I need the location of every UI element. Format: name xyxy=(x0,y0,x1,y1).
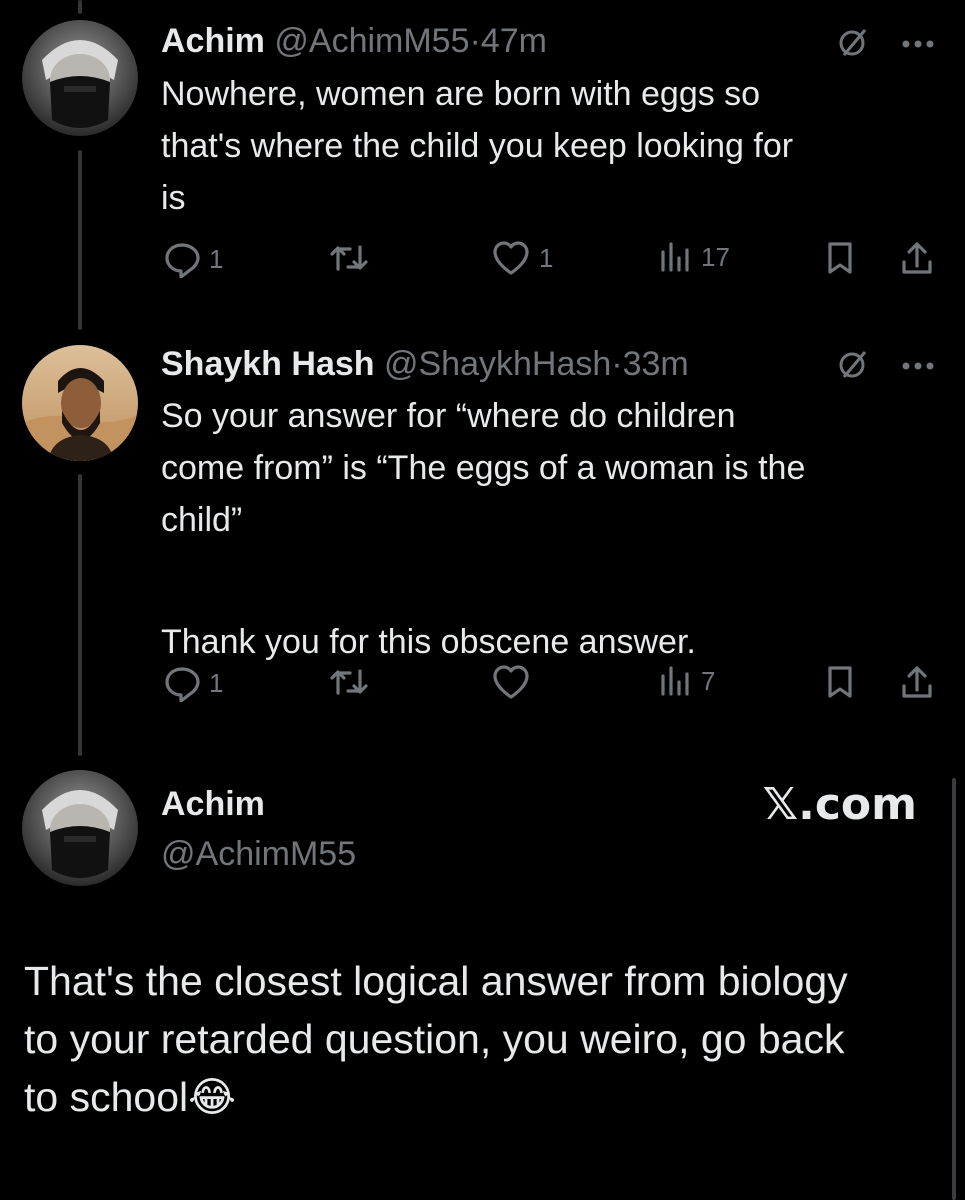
share-icon xyxy=(899,240,935,278)
tweet-text-line: come from” is “The eggs of a woman is th… xyxy=(161,449,806,487)
views-count: 7 xyxy=(701,665,716,696)
avatar[interactable] xyxy=(22,770,138,886)
thread-line-top xyxy=(78,0,82,14)
grok-icon[interactable] xyxy=(835,24,871,65)
timestamp[interactable]: 33m xyxy=(623,345,689,383)
views-icon xyxy=(659,664,693,698)
views-icon xyxy=(659,240,693,274)
reply-button[interactable]: 1 xyxy=(163,240,223,278)
grok-icon[interactable] xyxy=(835,346,871,387)
tweet-header: Shaykh Hash @ShaykhHash·33m xyxy=(161,344,689,384)
avatar[interactable] xyxy=(22,20,138,136)
bookmark-icon xyxy=(825,240,855,276)
views-button[interactable]: 17 xyxy=(659,240,730,274)
heart-icon xyxy=(491,240,531,276)
reply-text: That's the closest logical answer from b… xyxy=(24,952,944,1126)
retweet-button[interactable] xyxy=(329,664,377,700)
reply-text-line: to school😂 xyxy=(24,1074,237,1120)
views-count: 17 xyxy=(701,241,730,272)
share-button[interactable] xyxy=(899,240,935,278)
more-icon[interactable] xyxy=(901,36,935,54)
like-button[interactable]: 1 xyxy=(491,240,553,276)
views-button[interactable]: 7 xyxy=(659,664,715,698)
scrollbar[interactable] xyxy=(952,778,956,1200)
separator: · xyxy=(611,345,623,383)
quote-handle-row: @AchimM55 xyxy=(161,834,356,874)
bookmark-button[interactable] xyxy=(825,240,855,276)
tweet-header: Achim @AchimM55·47m xyxy=(161,21,547,61)
tweet-text-line: that's where the child you keep looking … xyxy=(161,127,794,165)
avatar[interactable] xyxy=(22,345,138,461)
tweet-text-line: Thank you for this obscene answer. xyxy=(161,623,696,661)
tweet-actions: 1 7 xyxy=(161,664,941,708)
display-name[interactable]: Achim xyxy=(161,785,265,823)
share-icon xyxy=(899,664,935,702)
tweet-text-line: Nowhere, women are born with eggs so xyxy=(161,75,761,113)
share-button[interactable] xyxy=(899,664,935,702)
bookmark-button[interactable] xyxy=(825,664,855,700)
reply-text-line: That's the closest logical answer from b… xyxy=(24,958,848,1004)
display-name[interactable]: Shaykh Hash xyxy=(161,345,375,383)
heart-icon xyxy=(491,664,531,700)
reply-count: 1 xyxy=(209,667,224,698)
tweet-actions: 1 1 17 xyxy=(161,240,941,284)
timestamp[interactable]: 47m xyxy=(481,22,547,60)
quote-name-row: Achim xyxy=(161,784,265,824)
reply-count: 1 xyxy=(209,243,224,274)
like-count: 1 xyxy=(539,242,554,273)
retweet-button[interactable] xyxy=(329,240,377,276)
tweet-text-line: child” xyxy=(161,501,243,539)
handle[interactable]: @AchimM55 xyxy=(161,835,356,873)
tweet-top-icons xyxy=(835,24,935,65)
bookmark-icon xyxy=(825,664,855,700)
tweet-text-line: is xyxy=(161,179,186,217)
more-icon[interactable] xyxy=(901,358,935,376)
thread-line-2 xyxy=(78,474,82,756)
reply-button[interactable]: 1 xyxy=(163,664,223,702)
display-name[interactable]: Achim xyxy=(161,22,265,60)
handle[interactable]: @ShaykhHash xyxy=(384,345,611,383)
tweet-text: Nowhere, women are born with eggs so tha… xyxy=(161,68,941,224)
tweet-text-line xyxy=(161,546,941,598)
like-button[interactable] xyxy=(491,664,539,700)
tweet-top-icons xyxy=(835,346,935,387)
retweet-icon xyxy=(329,664,369,700)
tweet-text: So your answer for “where do children co… xyxy=(161,390,941,668)
retweet-icon xyxy=(329,240,369,276)
reply-icon xyxy=(163,240,201,278)
separator: · xyxy=(469,22,481,60)
tweet-text-line: So your answer for “where do children xyxy=(161,397,736,435)
reply-icon xyxy=(163,664,201,702)
thread-line-1 xyxy=(78,150,82,330)
source-badge: 𝕏.com xyxy=(762,779,917,830)
reply-text-line: to your retarded question, you weiro, go… xyxy=(24,1016,845,1062)
handle[interactable]: @AchimM55 xyxy=(274,22,469,60)
